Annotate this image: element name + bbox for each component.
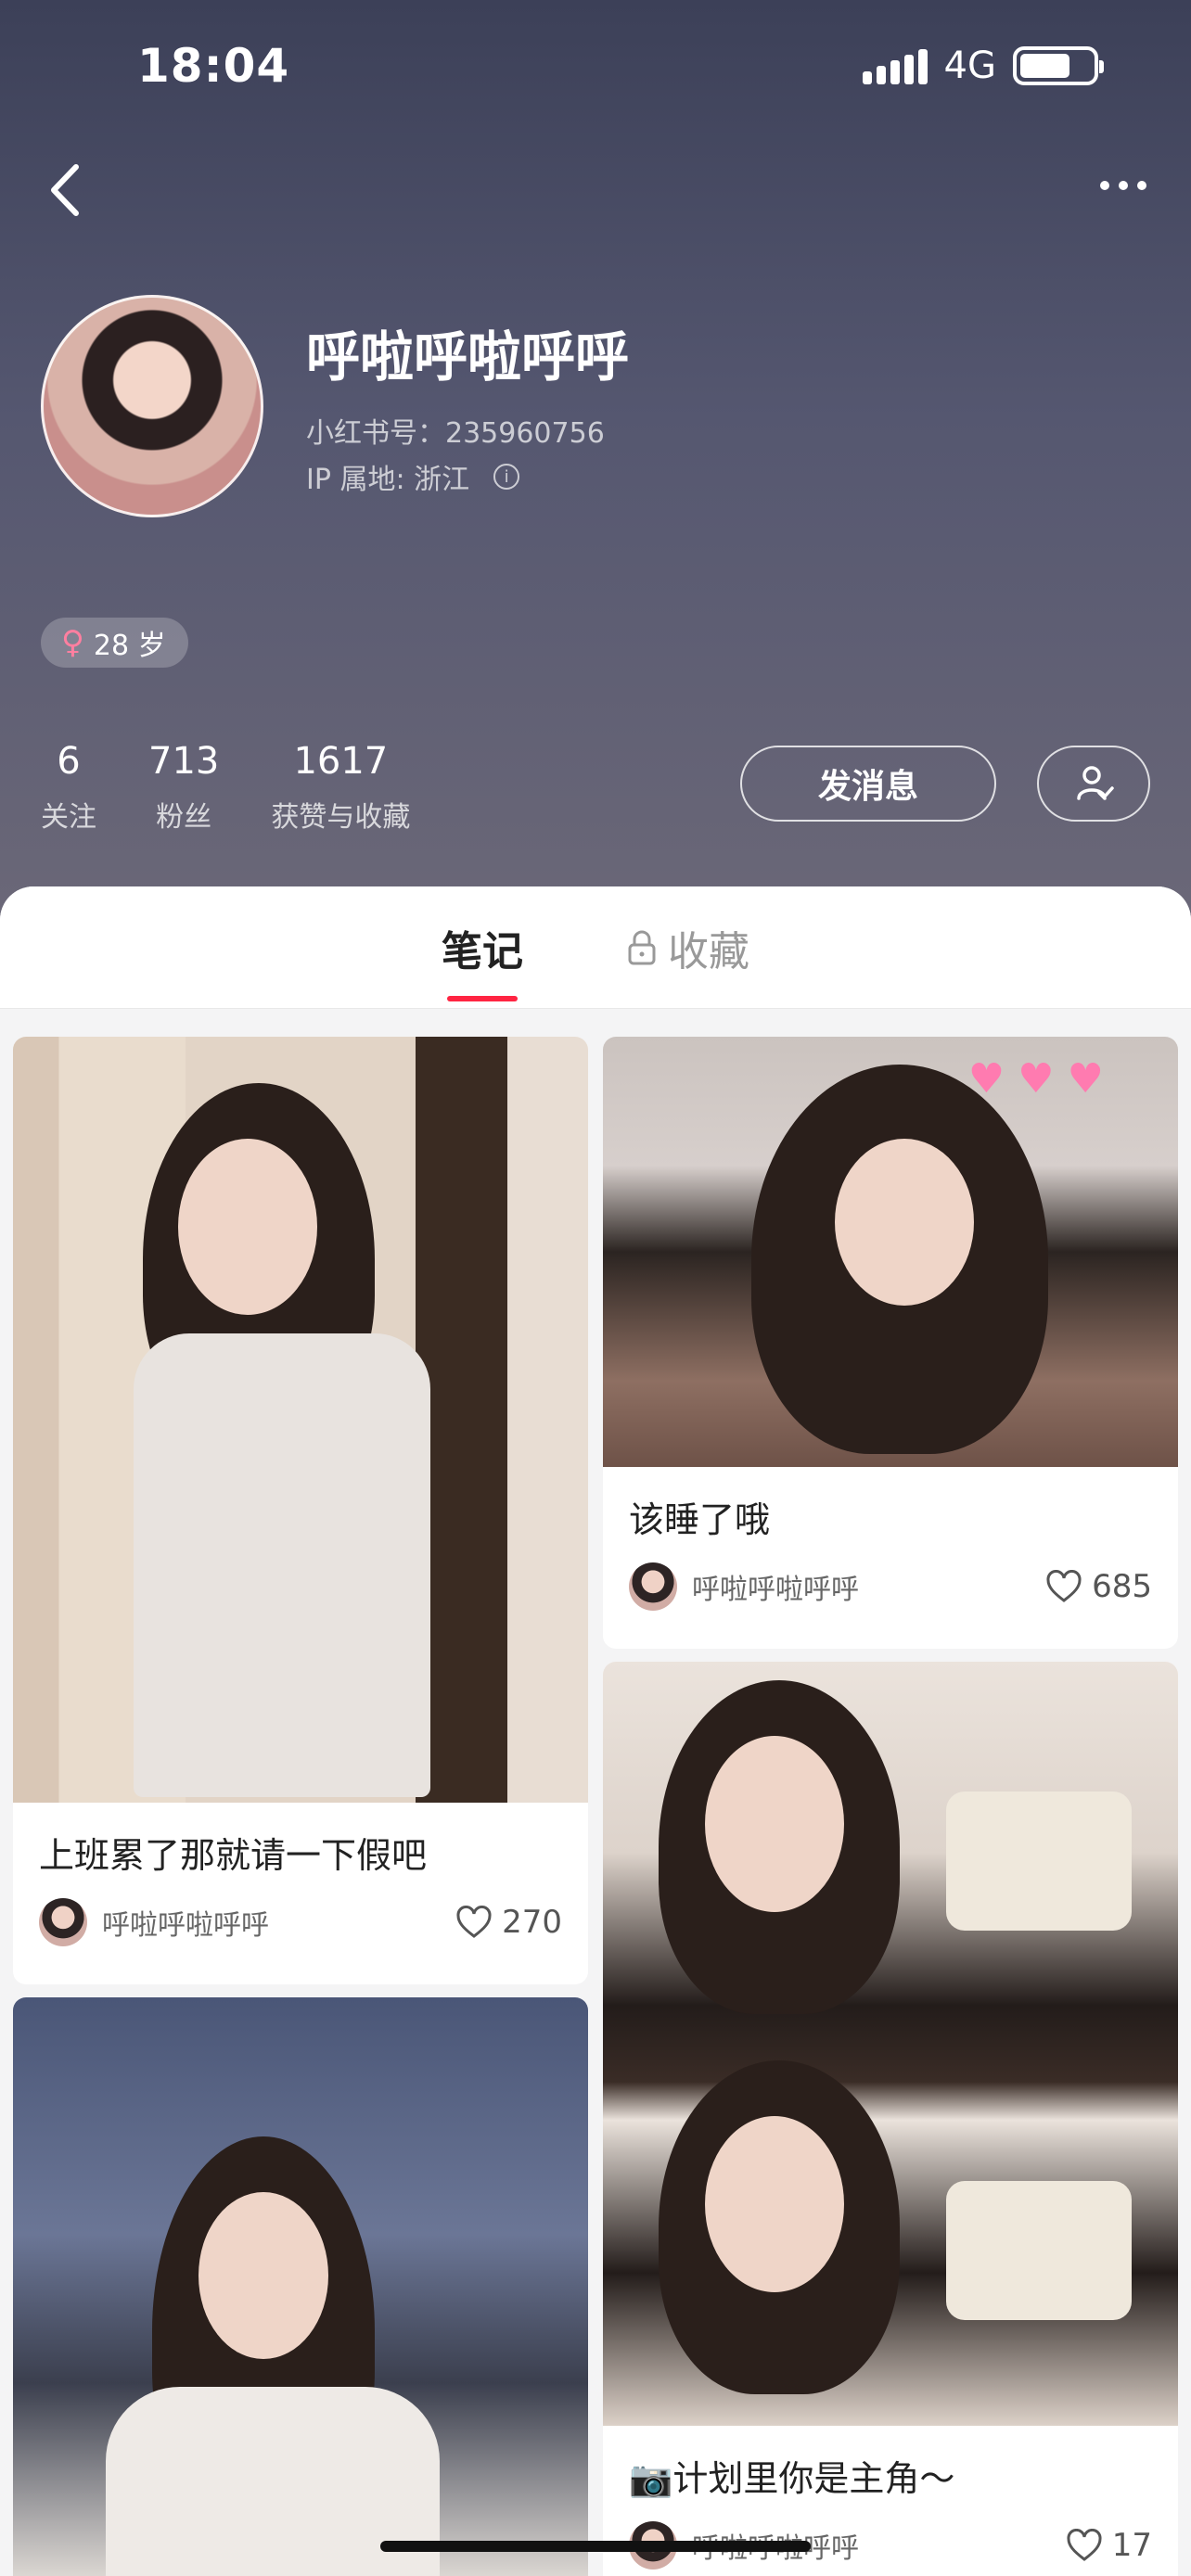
tab-collections[interactable]: 收藏 — [625, 918, 749, 977]
home-indicator[interactable] — [380, 2541, 811, 2552]
note-card[interactable]: 📷计划里你是主角～ 呼啦呼啦呼呼 17 — [603, 1662, 1178, 2576]
tab-notes[interactable]: 笔记 — [442, 918, 523, 1001]
profile-header: 18:04 4G 呼啦呼啦呼呼 小红书号：235960756 IP 属地: 浙江… — [0, 0, 1191, 927]
like-button[interactable]: 685 — [1045, 1568, 1152, 1605]
like-count: 17 — [1111, 2527, 1152, 2564]
info-icon[interactable]: i — [493, 464, 520, 490]
profile-red-id: 小红书号：235960756 — [306, 417, 605, 450]
tab-label: 收藏 — [668, 927, 749, 976]
author-avatar — [39, 1898, 87, 1946]
more-dots-icon — [1100, 181, 1109, 190]
lock-icon — [628, 930, 656, 964]
heart-icon — [1046, 1570, 1082, 1602]
like-count: 685 — [1092, 1568, 1152, 1605]
note-card[interactable]: ♥ ♥ ♥ 该睡了哦 呼啦呼啦呼呼 685 — [603, 1037, 1178, 1649]
note-image: ♥ ♥ ♥ — [603, 1037, 1178, 1467]
note-image — [13, 1997, 588, 2576]
stat-value: 6 — [57, 740, 81, 783]
heart-icon — [1067, 2529, 1102, 2561]
profile-tabs: 笔记 收藏 — [0, 886, 1191, 1009]
stat-likes-collections[interactable]: 1617 获赞与收藏 — [271, 740, 410, 835]
ip-location-text: IP 属地: 浙江 — [306, 464, 470, 496]
heart-stickers: ♥ ♥ ♥ — [967, 1055, 1104, 1103]
notes-section: 笔记 收藏 上班累了那就请一下假吧 呼啦呼啦呼呼 270 ♥ ♥ ♥ 该睡了哦 … — [0, 886, 1191, 2576]
note-image — [603, 1662, 1178, 2426]
stat-label: 关注 — [41, 801, 96, 834]
author-name: 呼啦呼啦呼呼 — [692, 1574, 859, 1606]
status-indicators: 4G — [862, 45, 1104, 87]
follow-user-icon — [1077, 766, 1114, 800]
back-arrow-icon — [51, 164, 79, 216]
note-meta: 呼啦呼啦呼呼 685 — [603, 1542, 1178, 1611]
battery-icon — [1013, 46, 1104, 85]
profile-nickname: 呼啦呼啦呼呼 — [306, 325, 630, 389]
author-name: 呼啦呼啦呼呼 — [102, 1909, 269, 1942]
stat-label: 获赞与收藏 — [271, 801, 411, 834]
stat-label: 粉丝 — [156, 801, 212, 834]
note-title: 📷计划里你是主角～ — [629, 2458, 955, 2499]
stat-value: 1617 — [293, 740, 389, 783]
like-count: 270 — [502, 1904, 562, 1941]
note-title: 该睡了哦 — [629, 1499, 771, 1540]
profile-ip-location: IP 属地: 浙江 i — [306, 456, 520, 497]
note-image — [13, 1037, 588, 1803]
note-meta: 呼啦呼啦呼呼 270 — [13, 1878, 588, 1946]
like-button[interactable]: 270 — [455, 1904, 562, 1941]
signal-icon — [862, 47, 928, 84]
stat-following[interactable]: 6 关注 — [41, 740, 96, 835]
like-button[interactable]: 17 — [1066, 2527, 1152, 2564]
profile-stats: 6 关注 713 粉丝 1617 获赞与收藏 — [41, 740, 410, 835]
note-card[interactable]: 上班累了那就请一下假吧 呼啦呼啦呼呼 270 — [13, 1037, 588, 1984]
note-card[interactable] — [13, 1997, 588, 2576]
back-button[interactable] — [41, 158, 96, 223]
network-label: 4G — [943, 45, 996, 87]
send-message-button[interactable]: 发消息 — [740, 746, 996, 822]
gender-age-tag: ♀ 28 岁 — [41, 618, 188, 668]
age-label: 28 岁 — [93, 630, 166, 662]
author-avatar — [629, 1562, 677, 1611]
note-title: 上班累了那就请一下假吧 — [39, 1835, 428, 1876]
tab-label: 笔记 — [442, 927, 523, 976]
stat-value: 713 — [148, 740, 220, 783]
more-button[interactable] — [1100, 181, 1146, 190]
profile-avatar[interactable] — [41, 295, 263, 517]
stat-followers[interactable]: 713 粉丝 — [148, 740, 219, 835]
follow-button[interactable] — [1037, 746, 1150, 822]
heart-icon — [456, 1906, 492, 1938]
note-meta: 呼啦呼啦呼呼 17 — [603, 2501, 1178, 2570]
female-icon: ♀ — [61, 624, 84, 661]
status-time: 18:04 — [137, 39, 290, 93]
